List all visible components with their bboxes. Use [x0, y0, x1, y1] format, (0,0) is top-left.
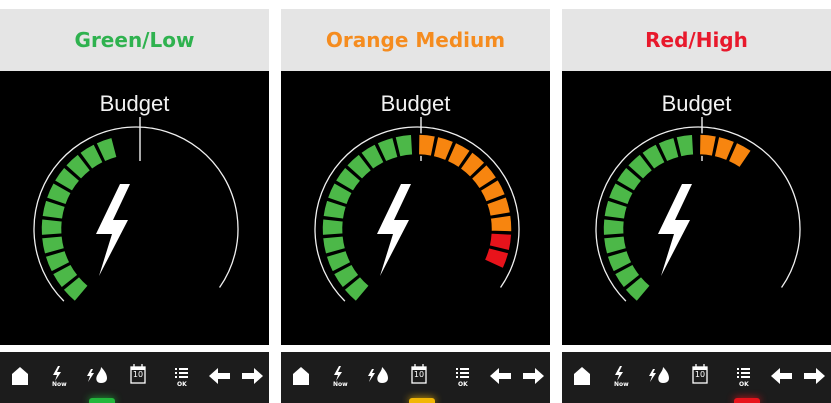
home-icon	[293, 367, 309, 385]
calendar-day: 10	[694, 370, 706, 379]
budget-gauge	[595, 117, 801, 303]
calendar-day: 10	[413, 370, 425, 379]
active-indicator	[734, 398, 760, 403]
device-screen: Budget	[281, 71, 550, 345]
flame-icon	[87, 367, 107, 383]
ok-label: OK	[739, 381, 749, 388]
arrow-right-icon	[242, 368, 263, 384]
budget-gauge	[314, 117, 520, 303]
gauge-segment	[698, 133, 718, 158]
flame-icon	[649, 367, 669, 383]
arrow-left-icon	[771, 368, 792, 384]
device-toolbar: Now 10 OK	[281, 352, 550, 403]
panel-orange-medium: Orange Medium Budget Now 10 OK	[281, 0, 550, 403]
arrow-right-icon	[523, 368, 544, 384]
list-ok-icon	[175, 368, 188, 378]
now-icon	[334, 366, 342, 381]
active-indicator	[89, 398, 115, 403]
panel-header: Green/Low	[0, 9, 269, 71]
device-toolbar: Now 10 OK	[0, 352, 269, 403]
ok-label: OK	[458, 381, 468, 388]
list-ok-icon	[456, 368, 469, 378]
arrow-left-icon	[209, 368, 230, 384]
arrow-right-icon	[804, 368, 825, 384]
now-icon	[53, 366, 61, 381]
gauge-segment	[40, 217, 64, 237]
home-icon	[12, 367, 28, 385]
flame-icon	[368, 367, 388, 383]
now-icon	[615, 366, 623, 381]
budget-gauge	[33, 117, 239, 303]
gauge-segment	[602, 217, 626, 237]
panel-title: Green/Low	[74, 28, 195, 52]
gauge-segment	[417, 133, 437, 158]
panel-green-low: Green/Low Budget Now 10 OK	[0, 0, 269, 403]
lightning-icon	[658, 184, 692, 276]
arrow-left-icon	[490, 368, 511, 384]
lightning-icon	[96, 184, 130, 276]
gauge-segment	[489, 214, 513, 233]
now-label: Now	[52, 381, 67, 388]
active-indicator	[409, 398, 435, 403]
now-label: Now	[614, 381, 629, 388]
panel-header: Red/High	[562, 9, 831, 71]
list-ok-icon	[737, 368, 750, 378]
lightning-icon	[377, 184, 411, 276]
device-screen: Budget	[0, 71, 269, 345]
home-icon	[574, 367, 590, 385]
ok-label: OK	[177, 381, 187, 388]
panel-title: Red/High	[645, 28, 748, 52]
device-screen: Budget	[562, 71, 831, 345]
gauge-segment	[321, 217, 345, 237]
calendar-day: 10	[132, 370, 144, 379]
gauge-segment	[483, 246, 510, 270]
device-toolbar: Now 10 OK	[562, 352, 831, 403]
panel-title: Orange Medium	[325, 28, 506, 52]
now-label: Now	[333, 381, 348, 388]
panel-red-high: Red/High Budget Now 10 OK	[562, 0, 831, 403]
panel-header: Orange Medium	[281, 9, 550, 71]
